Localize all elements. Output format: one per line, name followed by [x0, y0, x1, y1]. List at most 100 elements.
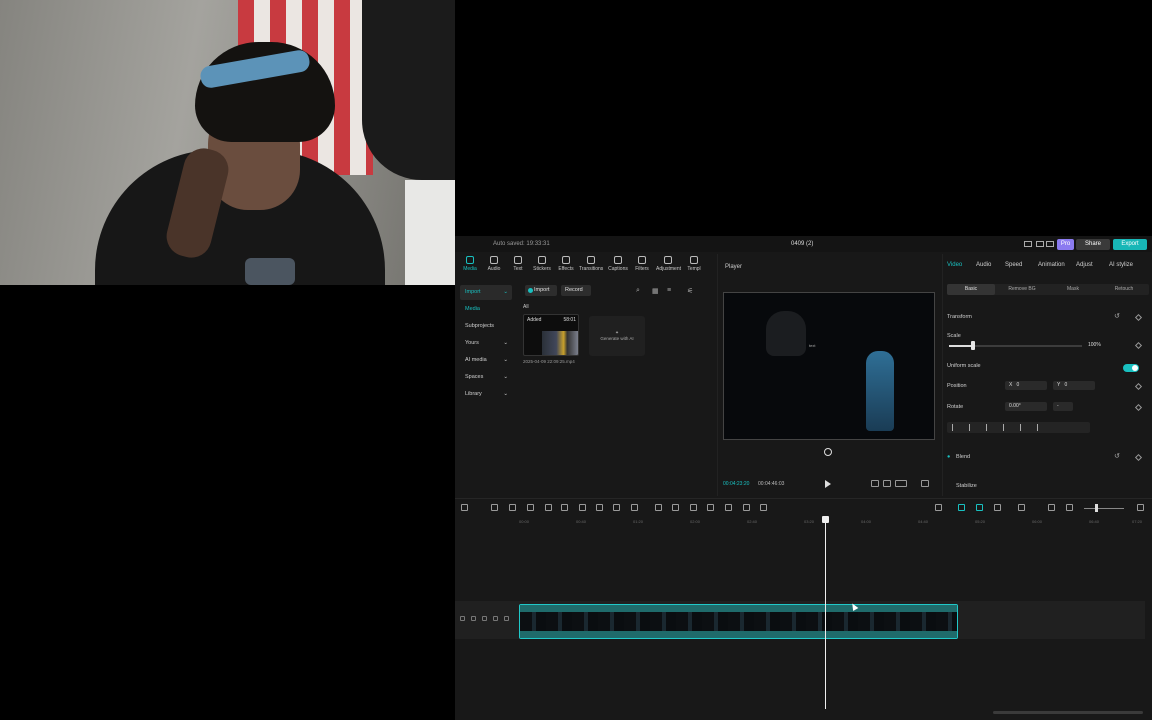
align-center-icon[interactable]: [969, 424, 975, 431]
keyframe-icon[interactable]: [1134, 453, 1143, 462]
align-left-icon[interactable]: [952, 424, 958, 431]
lock-icon[interactable]: [471, 616, 476, 621]
timeline-zoom-slider[interactable]: [1084, 508, 1124, 509]
split-right-icon[interactable]: [561, 504, 568, 511]
align-right-icon[interactable]: [986, 424, 992, 431]
shortcuts-icon[interactable]: [1036, 241, 1044, 247]
project-title[interactable]: 0409 (2): [791, 241, 813, 247]
timeline-scrollbar[interactable]: [993, 711, 1143, 714]
tool-filters[interactable]: Filters: [630, 256, 654, 272]
position-y-field[interactable]: Y 0: [1053, 381, 1095, 390]
align-middle-icon[interactable]: [1020, 424, 1026, 431]
uniform-scale-toggle[interactable]: [1123, 364, 1139, 372]
preview-axis-icon[interactable]: [1018, 504, 1025, 511]
align-top-icon[interactable]: [1003, 424, 1009, 431]
split-icon[interactable]: [527, 504, 534, 511]
grid-view-icon[interactable]: ▦: [652, 287, 659, 295]
tab-video[interactable]: Video: [947, 262, 962, 268]
keyframe-icon[interactable]: [1134, 313, 1143, 322]
fit-timeline-icon[interactable]: [1048, 504, 1055, 511]
zoom-out-icon[interactable]: [1066, 504, 1073, 511]
pro-button[interactable]: Pro: [1057, 239, 1074, 250]
keyframe-icon[interactable]: [1134, 341, 1143, 350]
record-button[interactable]: Record: [561, 285, 591, 296]
fullscreen-icon[interactable]: [921, 480, 929, 487]
more-icon[interactable]: [504, 616, 509, 621]
share-button[interactable]: Share: [1076, 239, 1110, 250]
align-bottom-icon[interactable]: [1037, 424, 1043, 431]
playhead[interactable]: [825, 519, 826, 709]
tab-speed[interactable]: Speed: [1005, 262, 1022, 268]
undo-icon[interactable]: [491, 504, 498, 511]
subtab-mask[interactable]: Mask: [1049, 284, 1097, 295]
tool-stickers[interactable]: Stickers: [530, 256, 554, 272]
more-icon[interactable]: [760, 504, 767, 511]
video-preview[interactable]: text: [723, 292, 935, 440]
sort-icon[interactable]: ≡: [667, 287, 671, 294]
layout-icon[interactable]: [1024, 241, 1032, 247]
scale-value[interactable]: 100%: [1088, 342, 1101, 348]
tool-adjustment[interactable]: Adjustment: [656, 256, 681, 272]
menu-icon[interactable]: [1046, 241, 1054, 247]
generate-with-ai-card[interactable]: ✦ Generate with AI: [589, 316, 645, 356]
blend-checkbox-icon[interactable]: ●: [947, 454, 950, 460]
keyframe-icon[interactable]: [1134, 403, 1143, 412]
zoom-in-icon[interactable]: [1137, 504, 1144, 511]
tab-adjust[interactable]: Adjust: [1076, 262, 1093, 268]
transform-label[interactable]: Transform: [947, 314, 972, 320]
stabilize-label[interactable]: Stabilize: [956, 483, 977, 489]
tab-audio[interactable]: Audio: [976, 262, 991, 268]
reset-icon[interactable]: ↺: [1114, 312, 1120, 320]
magic-icon[interactable]: [707, 504, 714, 511]
tool-transitions[interactable]: Transitions: [579, 256, 603, 272]
sidebar-item-library[interactable]: Library ⌄: [460, 387, 512, 402]
keyframe-icon[interactable]: [1134, 382, 1143, 391]
tool-templates[interactable]: Templ: [682, 256, 706, 272]
tool-text[interactable]: Text: [506, 256, 530, 272]
tool-media[interactable]: Media: [458, 256, 482, 272]
fit-icon[interactable]: [743, 504, 750, 511]
rotate-handle-icon[interactable]: [824, 448, 832, 456]
crop-icon[interactable]: [883, 480, 891, 487]
tool-audio[interactable]: Audio: [482, 256, 506, 272]
transform-icon[interactable]: [725, 504, 732, 511]
marker-icon[interactable]: [596, 504, 603, 511]
position-x-field[interactable]: X 0: [1005, 381, 1047, 390]
import-button[interactable]: Import: [525, 285, 557, 296]
split-left-icon[interactable]: [545, 504, 552, 511]
tool-effects[interactable]: Effects: [554, 256, 578, 272]
sidebar-item-subprojects[interactable]: Subprojects: [460, 319, 512, 334]
subtab-remove-bg[interactable]: Remove BG: [997, 284, 1047, 295]
tab-animation[interactable]: Animation: [1038, 262, 1065, 268]
filter-icon[interactable]: ⚟: [687, 287, 693, 295]
export-button[interactable]: Export: [1113, 239, 1147, 250]
scale-slider-thumb[interactable]: [971, 341, 975, 350]
redo-icon[interactable]: [509, 504, 516, 511]
crop-icon[interactable]: [613, 504, 620, 511]
rotate-flip-button[interactable]: -: [1053, 402, 1073, 411]
media-clip-thumbnail[interactable]: Added 58:01: [523, 314, 579, 356]
blend-label[interactable]: Blend: [956, 454, 970, 460]
subtab-basic[interactable]: Basic: [947, 284, 995, 295]
track-cover-icon[interactable]: [460, 616, 465, 621]
play-icon[interactable]: [825, 480, 831, 488]
timeline-ruler[interactable]: 00:00 00:40 01:20 02:00 02:40 03:20 04:0…: [519, 519, 1149, 527]
timeline-zoom-thumb[interactable]: [1095, 504, 1098, 512]
rotate-field[interactable]: 0.00°: [1005, 402, 1047, 411]
video-clip[interactable]: [519, 604, 958, 639]
microphone-icon[interactable]: [935, 504, 942, 511]
linkage-icon[interactable]: [994, 504, 1001, 511]
eye-icon[interactable]: [482, 616, 487, 621]
sidebar-item-import[interactable]: Import ⌄: [460, 285, 512, 300]
filter-all[interactable]: All: [523, 304, 529, 310]
reset-icon[interactable]: ↺: [1114, 452, 1120, 460]
freeze-icon[interactable]: [655, 504, 662, 511]
ratio-icon[interactable]: [895, 480, 907, 487]
main-track-magnet-icon[interactable]: [958, 504, 965, 511]
select-tool-icon[interactable]: [461, 504, 468, 511]
subtab-retouch[interactable]: Retouch: [1099, 284, 1149, 295]
fit-icon[interactable]: [871, 480, 879, 487]
sidebar-item-ai-media[interactable]: AI media ⌄: [460, 353, 512, 368]
auto-snap-icon[interactable]: [976, 504, 983, 511]
sidebar-item-yours[interactable]: Yours ⌄: [460, 336, 512, 351]
